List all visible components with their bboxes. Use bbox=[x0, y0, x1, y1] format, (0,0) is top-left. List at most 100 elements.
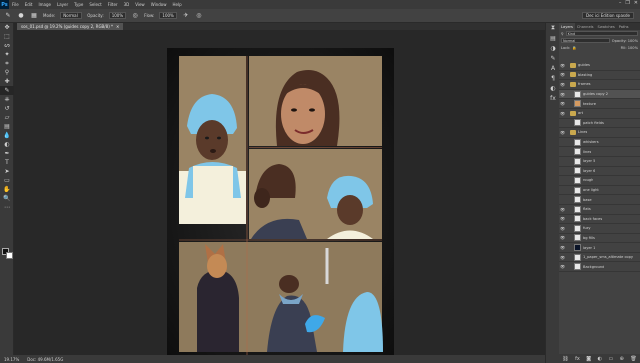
layer-row[interactable]: 👁 blasting bbox=[559, 71, 640, 81]
layer-row[interactable]: base bbox=[559, 195, 640, 205]
airbrush-icon[interactable]: ✈ bbox=[182, 12, 190, 20]
zoom-tool-icon[interactable]: 🔍 bbox=[0, 194, 14, 203]
gradient-tool-icon[interactable]: ▤ bbox=[0, 122, 14, 131]
minimize-icon[interactable]: – bbox=[619, 0, 622, 6]
type-tool-icon[interactable]: T bbox=[0, 158, 14, 167]
visibility-eye-icon[interactable]: 👁 bbox=[559, 207, 566, 212]
color-panel-icon[interactable]: ◑ bbox=[546, 43, 560, 53]
menu-help[interactable]: Help bbox=[169, 2, 184, 7]
folder-icon[interactable]: ▭ bbox=[608, 356, 613, 362]
eraser-tool-icon[interactable]: ▱ bbox=[0, 113, 14, 122]
layer-opacity-field[interactable]: Opacity: 100% bbox=[612, 39, 638, 43]
background-color-swatch[interactable] bbox=[6, 252, 13, 259]
stamp-tool-icon[interactable]: ⎈ bbox=[0, 95, 14, 104]
paragraph-panel-icon[interactable]: ¶ bbox=[546, 73, 560, 83]
flow-field[interactable]: 100% bbox=[159, 12, 177, 19]
blur-tool-icon[interactable]: 💧 bbox=[0, 131, 14, 140]
brush-panel-icon[interactable]: ✎ bbox=[546, 53, 560, 63]
menu-window[interactable]: Window bbox=[148, 2, 170, 7]
pen-tool-icon[interactable]: ✒ bbox=[0, 149, 14, 158]
visibility-eye-icon[interactable]: 👁 bbox=[559, 245, 566, 250]
fx-icon[interactable]: fx bbox=[575, 356, 580, 362]
trash-icon[interactable]: 🗑 bbox=[630, 356, 636, 362]
layer-row[interactable]: 👁 frames bbox=[559, 80, 640, 90]
properties-panel-icon[interactable]: ▤ bbox=[546, 33, 560, 43]
mask-icon[interactable]: ◙ bbox=[586, 356, 591, 362]
history-brush-icon[interactable]: ↺ bbox=[0, 104, 14, 113]
kind-filter-select[interactable]: Kind bbox=[565, 31, 638, 36]
more-tools-icon[interactable]: ⋯ bbox=[0, 203, 14, 212]
canvas-workspace[interactable] bbox=[15, 30, 545, 358]
menu-3d[interactable]: 3D bbox=[121, 2, 133, 7]
menu-select[interactable]: Select bbox=[86, 2, 104, 7]
visibility-eye-icon[interactable]: 👁 bbox=[559, 255, 566, 260]
layer-row[interactable]: 👁 layer 1 bbox=[559, 243, 640, 253]
layer-row[interactable]: 👁 guides bbox=[559, 61, 640, 71]
layer-row[interactable]: one light bbox=[559, 186, 640, 196]
styles-panel-icon[interactable]: fx bbox=[546, 93, 560, 103]
visibility-eye-icon[interactable]: 👁 bbox=[559, 92, 566, 97]
tab-layers[interactable]: Layers bbox=[559, 23, 575, 30]
layer-row[interactable]: 👁 art bbox=[559, 109, 640, 119]
move-tool-icon[interactable]: ✥ bbox=[0, 23, 14, 32]
menu-layer[interactable]: Layer bbox=[54, 2, 71, 7]
tab-channels[interactable]: Channels bbox=[575, 23, 596, 30]
path-select-tool-icon[interactable]: ➤ bbox=[0, 167, 14, 176]
workspace-select[interactable]: Dec ici Edition spasde bbox=[582, 12, 634, 19]
visibility-eye-icon[interactable]: 👁 bbox=[559, 216, 566, 221]
shape-tool-icon[interactable]: ▭ bbox=[0, 176, 14, 185]
healing-tool-icon[interactable]: ✚ bbox=[0, 77, 14, 86]
blend-mode-select[interactable]: Normal bbox=[561, 38, 610, 43]
visibility-eye-icon[interactable]: 👁 bbox=[559, 130, 566, 135]
close-tab-icon[interactable]: ✕ bbox=[116, 24, 119, 29]
close-window-icon[interactable]: ✕ bbox=[634, 0, 638, 6]
visibility-eye-icon[interactable]: 👁 bbox=[559, 111, 566, 116]
layer-row[interactable]: 👁 guides copy 2 bbox=[559, 89, 640, 100]
layer-row[interactable]: 👁 texture bbox=[559, 99, 640, 109]
marquee-tool-icon[interactable]: ⬚ bbox=[0, 32, 14, 41]
menu-type[interactable]: Type bbox=[71, 2, 86, 7]
tab-paths[interactable]: Paths bbox=[617, 23, 631, 30]
visibility-eye-icon[interactable]: 👁 bbox=[559, 82, 566, 87]
layer-row[interactable]: 👁 bg fills bbox=[559, 234, 640, 244]
document-info[interactable]: Doc: 49.6M/1.65G bbox=[27, 357, 63, 362]
layer-row[interactable]: 👁 1_paper_sms_altimate copy bbox=[559, 253, 640, 263]
zoom-level[interactable]: 19.17% bbox=[4, 357, 19, 362]
history-panel-icon[interactable]: ⧗ bbox=[546, 23, 560, 33]
magic-wand-tool-icon[interactable]: ✦ bbox=[0, 50, 14, 59]
restore-icon[interactable]: ❐ bbox=[625, 0, 629, 6]
opacity-field[interactable]: 100% bbox=[108, 12, 127, 19]
menu-view[interactable]: View bbox=[132, 2, 148, 7]
layer-row[interactable]: 👁 fuzy bbox=[559, 224, 640, 234]
menu-filter[interactable]: Filter bbox=[105, 2, 121, 7]
layer-row[interactable]: rough bbox=[559, 176, 640, 186]
brush-tool-icon[interactable]: ✎ bbox=[0, 86, 14, 95]
pressure-size-icon[interactable]: ◎ bbox=[195, 12, 203, 20]
visibility-eye-icon[interactable]: 👁 bbox=[559, 226, 566, 231]
eyedropper-tool-icon[interactable]: ⚲ bbox=[0, 68, 14, 77]
pressure-opacity-icon[interactable]: ◎ bbox=[131, 12, 139, 20]
adjust-icon[interactable]: ◐ bbox=[598, 356, 602, 362]
tab-swatches[interactable]: Swatches bbox=[596, 23, 617, 30]
comic-page-canvas[interactable] bbox=[167, 48, 394, 358]
menu-image[interactable]: Image bbox=[35, 2, 54, 7]
document-tab[interactable]: sos_01.psd @ 19.2% (guides copy 2, RGB/8… bbox=[17, 23, 124, 30]
layer-row[interactable]: 👁 back faces bbox=[559, 215, 640, 225]
brush-settings-icon[interactable]: ▦ bbox=[30, 12, 38, 20]
visibility-eye-icon[interactable]: 👁 bbox=[559, 264, 566, 269]
menu-file[interactable]: File bbox=[9, 2, 22, 7]
crop-tool-icon[interactable]: ⌗ bbox=[0, 59, 14, 68]
lasso-tool-icon[interactable]: ᔕ bbox=[0, 41, 14, 50]
layer-row[interactable]: 👁 Lines bbox=[559, 128, 640, 138]
layer-row[interactable]: layer 6 bbox=[559, 167, 640, 177]
layer-row[interactable]: layer 5 bbox=[559, 157, 640, 167]
character-panel-icon[interactable]: A bbox=[546, 63, 560, 73]
fill-field[interactable]: Fill: 100% bbox=[621, 46, 638, 50]
link-icon[interactable]: ⛓ bbox=[562, 356, 568, 362]
visibility-eye-icon[interactable]: 👁 bbox=[559, 72, 566, 77]
brush-size-icon[interactable]: ● bbox=[17, 12, 25, 20]
menu-edit[interactable]: Edit bbox=[22, 2, 36, 7]
layer-row[interactable]: 👁 flats bbox=[559, 205, 640, 215]
new-layer-icon[interactable]: ⊕ bbox=[620, 356, 624, 362]
visibility-eye-icon[interactable]: 👁 bbox=[559, 101, 566, 106]
